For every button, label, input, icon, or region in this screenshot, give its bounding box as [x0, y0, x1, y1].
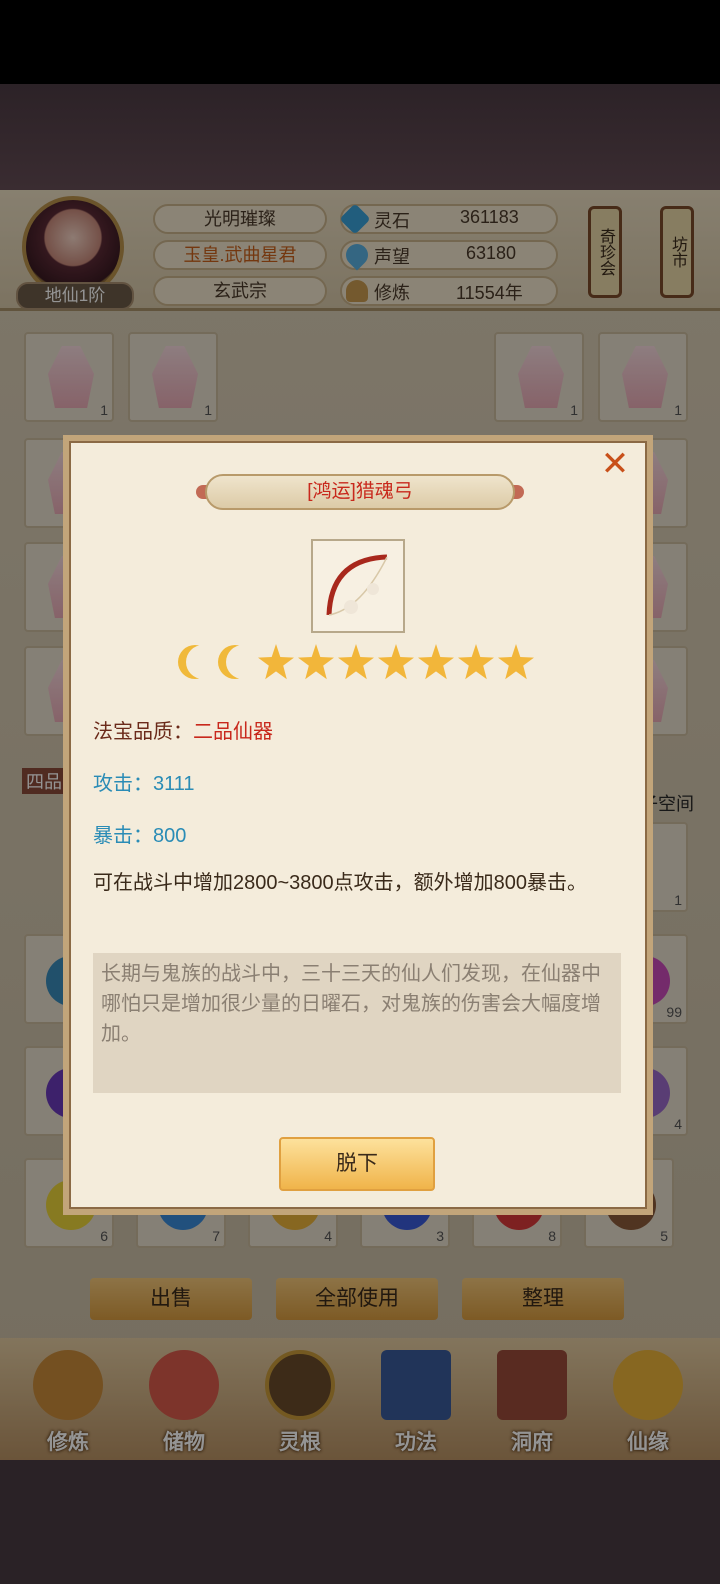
- top-backdrop: [0, 84, 720, 190]
- item-name: [鸿运]猎魂弓: [205, 474, 515, 510]
- moon-icon: [186, 645, 220, 679]
- item-lore: 长期与鬼族的战斗中，三十三天的仙人们发现，在仙器中哪怕只是增加很少量的日曜石，对…: [93, 953, 621, 1093]
- bottom-backdrop: [0, 1460, 720, 1584]
- quality-row: 法宝品质：二品仙器: [93, 715, 273, 744]
- close-icon[interactable]: ✕: [597, 446, 633, 482]
- quality-label: 法宝品质：: [93, 721, 193, 743]
- quality-value: 二品仙器: [193, 721, 273, 743]
- crit-stat: 暴击：800: [93, 825, 187, 847]
- item-effect-description: 可在战斗中增加2800~3800点攻击，额外增加800暴击。: [93, 872, 588, 894]
- attack-stat: 攻击：3111: [93, 773, 195, 795]
- status-bar-area: [0, 0, 720, 84]
- unequip-button[interactable]: 脱下: [279, 1137, 435, 1191]
- moon-icon: [226, 645, 260, 679]
- item-image-frame: [311, 539, 405, 633]
- bow-icon: [326, 554, 388, 616]
